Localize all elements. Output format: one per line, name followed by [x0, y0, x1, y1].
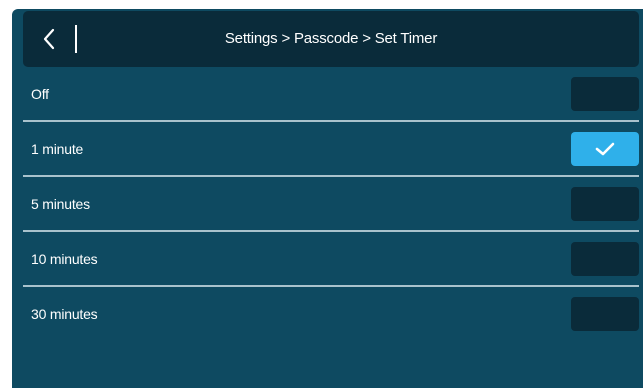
option-checkbox-checked[interactable] [571, 132, 639, 166]
option-checkbox[interactable] [571, 242, 639, 276]
option-row-30-minutes[interactable]: 30 minutes [23, 287, 639, 340]
option-row-off[interactable]: Off [23, 67, 639, 122]
set-timer-screen: Settings > Passcode > Set Timer Off 1 mi… [12, 9, 643, 388]
back-button[interactable] [23, 11, 75, 67]
option-row-10-minutes[interactable]: 10 minutes [23, 232, 639, 287]
header-bar: Settings > Passcode > Set Timer [23, 11, 639, 67]
option-label: 1 minute [31, 140, 84, 157]
page-title: Settings > Passcode > Set Timer [224, 30, 438, 47]
option-label: 10 minutes [31, 250, 98, 267]
option-row-1-minute[interactable]: 1 minute [23, 122, 639, 177]
chevron-left-icon [43, 28, 55, 50]
option-label: 5 minutes [31, 195, 90, 212]
option-label: 30 minutes [31, 305, 98, 322]
option-checkbox[interactable] [571, 187, 639, 221]
checkmark-icon [595, 142, 615, 156]
header-divider [75, 25, 77, 53]
option-checkbox[interactable] [571, 297, 639, 331]
timer-options-list: Off 1 minute 5 minutes 10 minutes 30 min… [23, 67, 639, 340]
option-row-5-minutes[interactable]: 5 minutes [23, 177, 639, 232]
option-checkbox[interactable] [571, 77, 639, 111]
option-label: Off [31, 85, 49, 102]
